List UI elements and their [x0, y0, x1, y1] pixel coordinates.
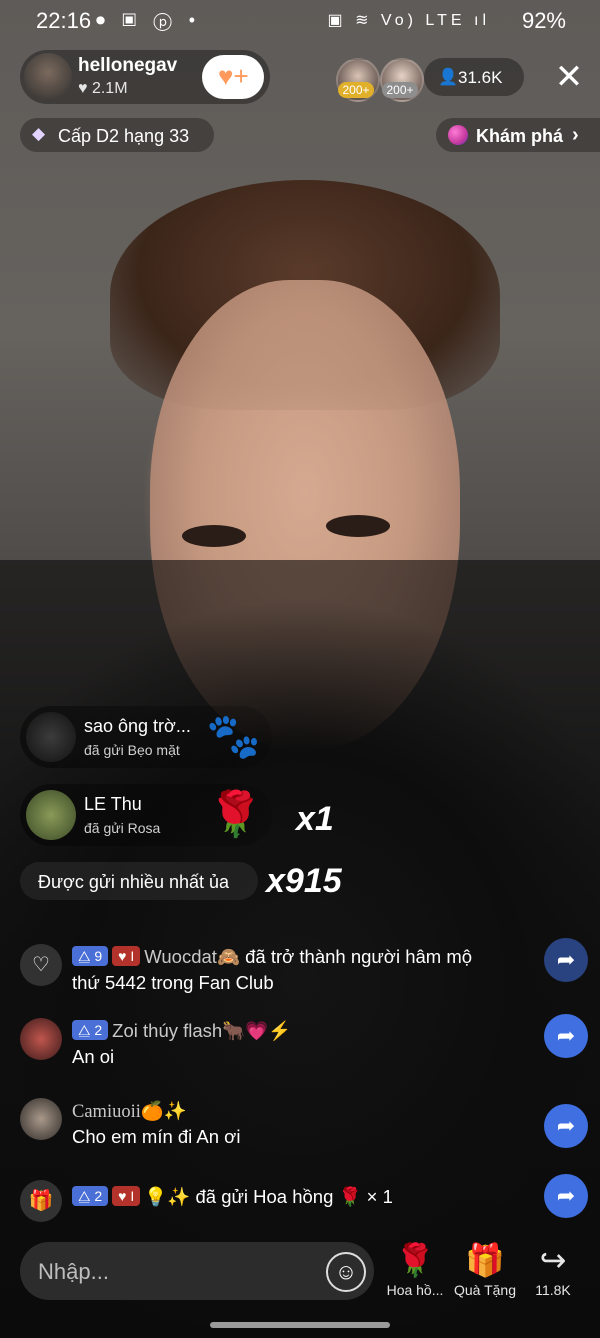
chat-text: thứ 5442 trong Fan Club — [72, 972, 274, 993]
notification-icons: ⏺ ▣ ⓟ • — [96, 10, 202, 30]
chat-avatar[interactable] — [20, 1098, 62, 1140]
close-button[interactable]: ✕ — [550, 58, 588, 96]
level-tag: ⧋ 2 — [72, 1186, 109, 1206]
explore-orb-icon — [448, 125, 468, 145]
fan-tag: ♥ I — [112, 946, 141, 966]
gift-banner: sao ông trờ... đã gửi Bẹo mặt 🐾 — [20, 706, 272, 768]
comment-input[interactable]: Nhập... ☺ — [20, 1242, 374, 1300]
share-button[interactable]: ↪ 11.8K — [518, 1238, 588, 1298]
chat-username[interactable]: Wuocdat🙈 — [144, 946, 240, 967]
chat-username[interactable]: Camiuoii🍊✨ — [72, 1102, 187, 1122]
paw-gift-icon: 🐾 — [206, 712, 261, 761]
most-sent-label: Được gửi nhiều nhất ủa — [38, 872, 230, 892]
share-count: 11.8K — [535, 1282, 571, 1298]
host-name: hellonegav — [78, 55, 178, 76]
heart-icon: ♥ — [78, 80, 88, 97]
heart-plus-icon: ♥+ — [218, 61, 249, 91]
chat-username[interactable]: 💡✨ — [144, 1186, 190, 1207]
rose-gift-button[interactable]: 🌹 Hoa hồ... — [380, 1238, 450, 1298]
gift-combo-count: x1 — [296, 800, 334, 838]
stream-video-eye — [182, 525, 246, 547]
host-info[interactable]: hellonegav ♥ 2.1M ♥+ — [20, 50, 270, 104]
share-icon[interactable]: ➦ — [544, 1174, 588, 1218]
share-icon[interactable]: ➦ — [544, 1104, 588, 1148]
viewer-count-value: 31.6K — [458, 68, 503, 87]
gifts-label: Quà Tặng — [453, 1282, 516, 1298]
top-viewer-badge: 200+ — [382, 82, 418, 98]
home-indicator[interactable] — [210, 1322, 390, 1328]
gifter-avatar — [26, 790, 76, 840]
host-avatar[interactable] — [24, 53, 72, 101]
gifts-button[interactable]: 🎁 Quà Tặng — [450, 1238, 520, 1298]
rose-gift-label: Hoa hồ... — [386, 1282, 444, 1298]
explore-label: Khám phá — [476, 126, 564, 146]
fan-club-heart-icon: ♡ — [20, 944, 62, 986]
live-stream-screen: 22:16 ⏺ ▣ ⓟ • ▣ ≋ Vo) LTE ıl 92% hellone… — [0, 0, 600, 1338]
level-label: Cấp D2 hạng 33 — [58, 126, 190, 146]
gift-description: đã gửi Rosa — [84, 820, 161, 836]
level-badge[interactable]: ◆ Cấp D2 hạng 33 — [20, 118, 214, 152]
chat-avatar[interactable] — [20, 1018, 62, 1060]
gifter-avatar — [26, 712, 76, 762]
host-likes-count: 2.1M — [91, 80, 128, 97]
gift-description: đã gửi Bẹo mặt — [84, 742, 180, 758]
most-sent-combo: x915 — [266, 862, 342, 900]
most-sent-banner: Được gửi nhiều nhất ủa — [20, 862, 258, 900]
status-time: 22:16 — [36, 8, 92, 33]
chevron-right-icon: › — [572, 124, 579, 146]
gift-banner: LE Thu đã gửi Rosa 🌹 — [20, 784, 272, 846]
explore-button[interactable]: Khám phá › — [436, 118, 600, 152]
gift-box-icon: 🎁 — [20, 1180, 62, 1222]
chat-text: đã trở thành người hâm mộ — [239, 946, 473, 967]
viewer-count[interactable]: 👤 31.6K — [424, 58, 524, 96]
rose-gift-icon: 🌹 — [208, 790, 263, 839]
rose-icon: 🌹 — [395, 1242, 435, 1278]
top-viewer-badge: 200+ — [338, 82, 374, 98]
comment-placeholder: Nhập... — [38, 1259, 109, 1284]
chat-text: đã gửi Hoa hồng 🌹 × 1 — [190, 1186, 393, 1207]
host-likes: ♥ 2.1M — [78, 80, 128, 98]
gifter-name: sao ông trờ... — [84, 716, 191, 736]
chat-message[interactable]: 🎁 ⧋ 2 ♥ I 💡✨ đã gửi Hoa hồng 🌹 × 1 — [20, 1176, 550, 1226]
level-tag: ⧋ 2 — [72, 1020, 109, 1040]
status-bar: 22:16 ⏺ ▣ ⓟ • ▣ ≋ Vo) LTE ıl 92% — [0, 0, 600, 40]
share-icon[interactable]: ➦ — [544, 938, 588, 982]
chat-username[interactable]: Zoi thúy flash🐂💗⚡ — [112, 1020, 291, 1041]
battery-level: 92% — [521, 8, 566, 33]
gift-icon: 🎁 — [465, 1242, 505, 1278]
follow-button[interactable]: ♥+ — [202, 55, 264, 99]
gifter-name: LE Thu — [84, 794, 142, 814]
stream-video-eye — [326, 515, 390, 537]
fan-tag: ♥ I — [112, 1186, 141, 1206]
chat-text: Cho em mín đi An ơi — [72, 1126, 241, 1147]
chat-message[interactable]: ♡ ⧋ 9 ♥ I Wuocdat🙈 đã trở thành người hâm … — [20, 940, 550, 1000]
chat-message[interactable]: Camiuoii🍊✨ Cho em mín đi An ơi — [20, 1094, 550, 1154]
share-arrow-icon: ↪ — [539, 1242, 567, 1278]
close-icon: ✕ — [554, 58, 584, 96]
share-icon[interactable]: ➦ — [544, 1014, 588, 1058]
diamond-icon: ◆ — [32, 124, 46, 143]
chat-message[interactable]: ⧋ 2 Zoi thúy flash🐂💗⚡ An oi — [20, 1014, 550, 1074]
chat-text: An oi — [72, 1046, 115, 1067]
emoji-icon[interactable]: ☺ — [326, 1252, 366, 1292]
person-icon: 👤 — [438, 69, 458, 86]
signal-icons: ▣ ≋ Vo) LTE ıl — [327, 12, 490, 29]
level-tag: ⧋ 9 — [72, 946, 109, 966]
